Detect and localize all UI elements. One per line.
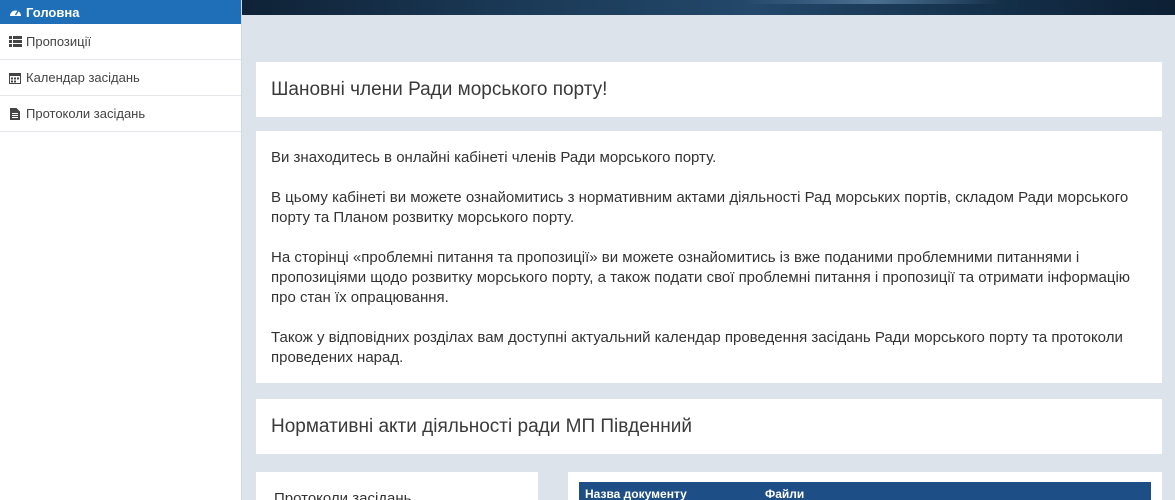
- sidebar-item-home[interactable]: Головна: [0, 0, 241, 24]
- sidebar-item-protocols[interactable]: Протоколи засідань: [0, 96, 241, 132]
- list-icon: [8, 35, 22, 49]
- documents-table-header: Назва документу Файли: [579, 482, 1151, 500]
- greeting-card: Шановні члени Ради морського порту!: [256, 62, 1162, 117]
- column-header-name[interactable]: Назва документу: [579, 487, 765, 500]
- sidebar: Головна Пропозиції Календар засідань Про…: [0, 0, 242, 500]
- calendar-icon: [8, 71, 22, 85]
- normative-acts-card: Нормативні акти діяльності ради МП Півде…: [256, 399, 1162, 454]
- sidebar-item-proposals[interactable]: Пропозиції: [0, 24, 241, 60]
- documents-card: Назва документу Файли: [568, 472, 1162, 500]
- greeting-title: Шановні члени Ради морського порту!: [271, 79, 608, 100]
- header-banner: [242, 0, 1175, 15]
- dashboard-icon: [8, 5, 22, 19]
- protocols-title: Протоколи засідань: [274, 490, 412, 500]
- normative-acts-title: Нормативні акти діяльності ради МП Півде…: [271, 416, 692, 437]
- file-icon: [8, 107, 22, 121]
- intro-paragraph: В цьому кабінеті ви можете ознайомитись …: [271, 189, 1129, 226]
- sidebar-item-calendar[interactable]: Календар засідань: [0, 60, 241, 96]
- sidebar-item-label: Пропозиції: [26, 34, 92, 49]
- intro-paragraph: Ви знаходитесь в онлайні кабінеті членів…: [271, 149, 717, 166]
- sidebar-item-label: Протоколи засідань: [26, 106, 146, 121]
- sidebar-item-label: Календар засідань: [26, 70, 140, 85]
- banner-decoration: [742, 0, 1002, 4]
- column-header-files[interactable]: Файли: [765, 487, 804, 500]
- intro-card: Ви знаходитесь в онлайні кабінеті членів…: [256, 131, 1162, 383]
- intro-paragraph: На сторінці «проблемні питання та пропоз…: [271, 249, 1131, 306]
- sidebar-item-label: Головна: [26, 4, 80, 20]
- protocols-card: Протоколи засідань: [256, 472, 538, 500]
- intro-paragraph: Також у відповідних розділах вам доступн…: [271, 329, 1123, 366]
